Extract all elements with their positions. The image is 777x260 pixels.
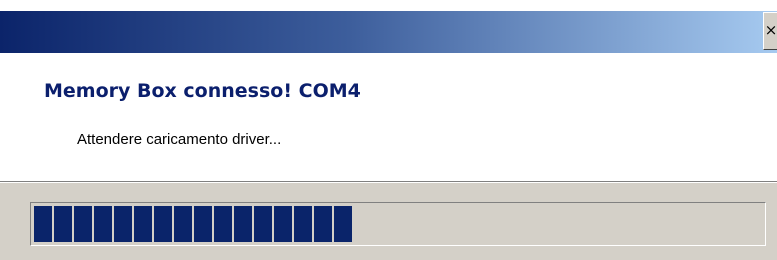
progress-segment bbox=[134, 206, 152, 242]
progress-segment bbox=[234, 206, 252, 242]
status-message: Attendere caricamento driver... bbox=[77, 131, 282, 148]
title-bar[interactable] bbox=[0, 11, 777, 53]
progress-segment bbox=[94, 206, 112, 242]
progress-segment bbox=[194, 206, 212, 242]
progress-segment bbox=[154, 206, 172, 242]
progress-segment bbox=[334, 206, 352, 242]
header-panel bbox=[0, 53, 777, 181]
close-button[interactable]: × bbox=[763, 12, 777, 50]
progress-segment bbox=[34, 206, 52, 242]
progress-segment bbox=[54, 206, 72, 242]
progress-segment bbox=[314, 206, 332, 242]
progress-segment bbox=[114, 206, 132, 242]
progress-segment bbox=[74, 206, 92, 242]
progress-segment bbox=[214, 206, 232, 242]
progress-segment bbox=[294, 206, 312, 242]
close-icon: × bbox=[764, 21, 777, 39]
connection-dialog: × Memory Box connesso! COM4 Attendere ca… bbox=[0, 0, 777, 260]
progress-fill bbox=[34, 206, 352, 242]
progress-segment bbox=[174, 206, 192, 242]
progress-segment bbox=[274, 206, 292, 242]
connection-title: Memory Box connesso! COM4 bbox=[44, 80, 361, 102]
progress-segment bbox=[254, 206, 272, 242]
progress-bar bbox=[30, 202, 766, 246]
